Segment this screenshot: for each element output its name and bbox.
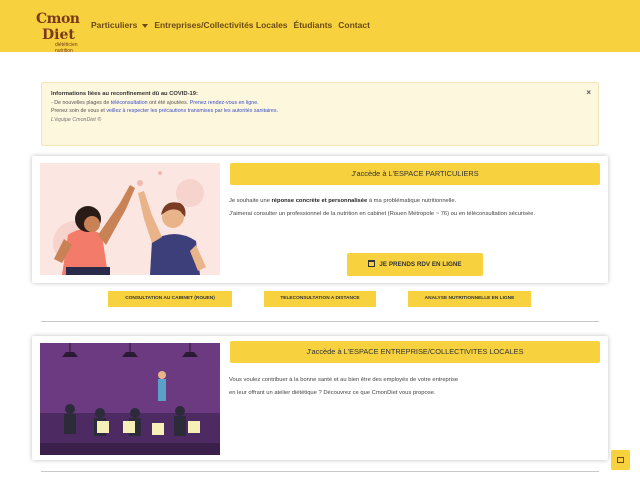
particuliers-text-pre: Je souhaite une [229,198,272,204]
particuliers-description: Je souhaite une réponse concrète et pers… [229,195,599,220]
covid-alert: Informations liées au reconfinement dû a… [41,82,599,146]
entreprise-text-line1: Vous voulez contribuer à la bonne santé … [229,377,459,383]
espace-particuliers-button[interactable]: J'accède à L'ESPACE PARTICULIERS [230,163,600,185]
particuliers-text-line2: J'aimerai consulter un professionnel de … [229,210,536,217]
card-espace-particuliers: J'accède à L'ESPACE PARTICULIERS Je souh… [32,156,608,283]
divider [41,321,599,322]
nav-item-entreprises[interactable]: Entreprises/Collectivités Locales [154,20,287,30]
high-five-illustration [40,163,220,275]
nav-item-etudiants[interactable]: Étudiants [294,20,333,30]
nav-item-contact[interactable]: Contact [338,20,370,30]
rdv-online-link[interactable]: Prenez rendez-vous en ligne. [190,100,259,106]
logo-tagline: diététicien nutrition [55,42,78,54]
logo-text-line2: Diet [42,27,75,43]
nav-item-label: Particuliers [91,20,138,30]
alert-line-1: - De nouvelles plages de téléconsultatio… [51,99,589,108]
nav-item-particuliers[interactable]: Particuliers [91,20,149,30]
alert-signature: L'équipe CmonDiet ® [51,116,102,123]
calendar-icon [368,260,376,267]
entreprise-text-line2: en leur offrant un atelier diététique ? … [229,389,436,396]
logo-text-line1: Cmon [36,11,80,27]
divider [41,471,599,472]
close-icon[interactable]: × [586,88,591,98]
entreprise-description: Vous voulez contribuer à la bonne santé … [229,374,599,399]
particuliers-text-line1: Je souhaite une réponse concrète et pers… [229,195,599,208]
alert-title: Informations liées au reconfinement dû a… [51,91,198,97]
chevron-down-icon [142,23,149,28]
card-espace-entreprise: J'accède à L'ESPACE ENTREPRISE/COLLECTIV… [32,336,608,460]
alert-line-2: Prenez soin de vous et veillez à respect… [51,107,589,116]
alert-line1-text: - De nouvelles plages de [51,99,111,106]
particuliers-text-post: à ma problématique nutritionnelle. [367,198,457,204]
cmondiet-logo[interactable]: Cmon Diet diététicien nutrition [30,8,80,54]
square-icon [617,457,624,463]
espace-entreprise-button[interactable]: J'accède à L'ESPACE ENTREPRISE/COLLECTIV… [230,341,600,363]
teleconsultation-link[interactable]: téléconsultation [111,100,148,106]
alert-line2-text: Prenez soin de vous et [51,108,107,114]
consultation-cabinet-button[interactable]: CONSULTATION AU CABINET (ROUEN) [108,291,232,307]
particuliers-text-bold: réponse concrète et personnalisée [271,198,368,204]
rdv-online-button[interactable]: JE PRENDS RDV EN LIGNE [347,253,483,276]
main-nav: Particuliers Entreprises/Collectivités L… [91,20,376,30]
rdv-button-label: JE PRENDS RDV EN LIGNE [379,261,462,268]
analyse-nutritionnelle-button[interactable]: ANALYSE NUTRITIONNELLE EN LIGNE [408,291,531,307]
workshop-illustration [40,343,220,455]
scroll-top-button[interactable] [611,450,630,470]
teleconsultation-button[interactable]: TELECONSULTATION A DISTANCE [264,291,376,307]
precautions-link[interactable]: veillez à respecter les précautions tran… [106,108,278,114]
alert-line1-mid: ont été ajoutées. [147,99,190,106]
site-header: Cmon Diet diététicien nutrition Particul… [0,0,640,54]
